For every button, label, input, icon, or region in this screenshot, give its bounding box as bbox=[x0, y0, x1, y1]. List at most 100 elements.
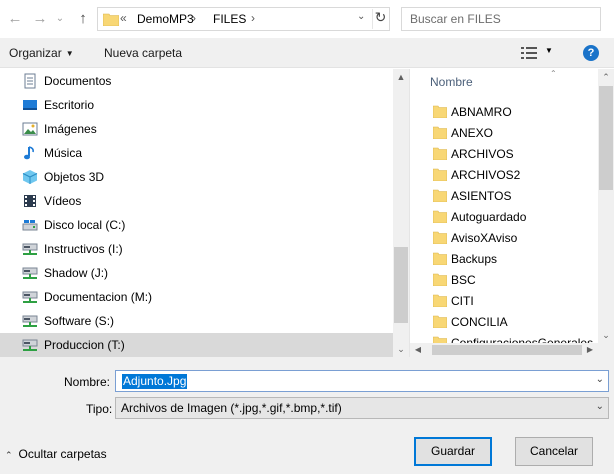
nav-item-label: Música bbox=[44, 146, 83, 160]
nav-item[interactable]: Música bbox=[0, 141, 393, 165]
file-list-hscrollbar[interactable]: ◀ ▶ bbox=[410, 343, 598, 357]
breadcrumb-overflow[interactable]: « bbox=[120, 11, 127, 25]
filename-input[interactable]: Adjunto.Jpg bbox=[122, 374, 188, 389]
refresh-icon[interactable]: ↻ bbox=[372, 9, 388, 29]
nav-item-label: Imágenes bbox=[44, 122, 97, 136]
file-list-scrollbar[interactable]: ⌃ ⌄ bbox=[598, 69, 614, 343]
folder-name: ConfiguracionesGenerales bbox=[451, 336, 594, 343]
filename-combobox[interactable]: Adjunto.Jpg ⌄ bbox=[115, 370, 609, 392]
folder-row[interactable]: CONCILIA bbox=[430, 311, 598, 332]
folder-icon bbox=[433, 336, 447, 343]
file-list: Nombre ⌃ ABNAMRO ANEXO ARCHIVOS ARCHIVOS2 AS… bbox=[410, 69, 598, 343]
nav-item-label: Software (S:) bbox=[44, 314, 115, 328]
cancel-button[interactable]: Cancelar bbox=[515, 437, 593, 466]
breadcrumb-item[interactable]: FILES bbox=[213, 12, 246, 26]
back-arrow-icon[interactable]: ← bbox=[6, 8, 24, 30]
folder-row[interactable]: ARCHIVOS bbox=[430, 143, 598, 164]
folder-row[interactable]: AvisoXAviso bbox=[430, 227, 598, 248]
folder-row[interactable]: BSC bbox=[430, 269, 598, 290]
network-drive-icon bbox=[22, 265, 38, 281]
folder-icon bbox=[433, 273, 447, 286]
breadcrumb-separator-icon[interactable]: › bbox=[192, 11, 196, 25]
organize-label: Organizar bbox=[9, 46, 62, 60]
nav-item[interactable]: Escritorio bbox=[0, 93, 393, 117]
chevron-down-icon[interactable]: ⌄ bbox=[596, 374, 604, 385]
scroll-thumb[interactable] bbox=[394, 247, 408, 323]
breadcrumb-separator-icon[interactable]: › bbox=[251, 11, 255, 25]
folder-row[interactable]: ABNAMRO bbox=[430, 101, 598, 122]
folder-icon bbox=[433, 315, 447, 328]
search-input[interactable] bbox=[402, 8, 600, 30]
view-dropdown-icon[interactable]: ▼ bbox=[545, 46, 553, 55]
scroll-down-icon[interactable]: ⌄ bbox=[393, 341, 409, 357]
3d-objects-icon bbox=[22, 169, 38, 185]
nav-item[interactable]: Instructivos (I:) bbox=[0, 237, 393, 261]
help-icon[interactable]: ? bbox=[583, 45, 599, 61]
view-options-icon[interactable] bbox=[521, 46, 537, 60]
nav-item[interactable]: Disco local (C:) bbox=[0, 213, 393, 237]
folder-row[interactable]: ConfiguracionesGenerales bbox=[430, 332, 598, 343]
caret-up-icon: ⌃ bbox=[5, 450, 13, 460]
nav-item[interactable]: Produccion (T:) bbox=[0, 333, 393, 357]
scroll-left-icon[interactable]: ◀ bbox=[410, 343, 426, 357]
nav-item[interactable]: Vídeos bbox=[0, 189, 393, 213]
local-disk-icon bbox=[22, 217, 38, 233]
address-row: ← → ⌄ ↑ « DemoMP3 › FILES › ⌄ ↻ bbox=[0, 0, 614, 38]
folder-row[interactable]: ARCHIVOS2 bbox=[430, 164, 598, 185]
save-button[interactable]: Guardar bbox=[414, 437, 492, 466]
save-dialog-footer: Nombre: Adjunto.Jpg ⌄ Tipo: Archivos de … bbox=[0, 357, 614, 474]
folder-name: ARCHIVOS bbox=[451, 147, 514, 161]
network-drive-icon bbox=[22, 289, 38, 305]
folder-name: ANEXO bbox=[451, 126, 494, 140]
filename-label: Nombre: bbox=[64, 375, 111, 389]
organize-button[interactable]: Organizar ▼ bbox=[9, 46, 74, 60]
hide-folders-toggle[interactable]: ⌃ Ocultar carpetas bbox=[5, 447, 107, 461]
folder-icon bbox=[103, 13, 119, 26]
network-drive-icon bbox=[22, 241, 38, 257]
sort-caret-icon: ⌃ bbox=[550, 69, 557, 78]
folder-icon bbox=[433, 147, 447, 160]
folder-name: ABNAMRO bbox=[451, 105, 512, 119]
address-dropdown-icon[interactable]: ⌄ bbox=[357, 11, 365, 22]
folder-row[interactable]: ASIENTOS bbox=[430, 185, 598, 206]
recent-locations-chevron-icon[interactable]: ⌄ bbox=[51, 8, 69, 30]
folder-row[interactable]: Backups bbox=[430, 248, 598, 269]
nav-item-label: Escritorio bbox=[44, 98, 95, 112]
nav-item-label: Vídeos bbox=[44, 194, 82, 208]
scroll-thumb[interactable] bbox=[432, 345, 582, 355]
folder-name: CITI bbox=[451, 294, 474, 308]
scroll-thumb[interactable] bbox=[599, 86, 613, 190]
scroll-down-icon[interactable]: ⌄ bbox=[598, 327, 614, 343]
folder-name: BSC bbox=[451, 273, 476, 287]
column-header-name[interactable]: Nombre bbox=[430, 75, 473, 89]
folder-name: ARCHIVOS2 bbox=[451, 168, 521, 182]
nav-scrollbar[interactable]: ▲ ⌄ bbox=[393, 69, 409, 357]
file-type-select[interactable]: Archivos de Imagen (*.jpg,*.gif,*.bmp,*.… bbox=[115, 397, 609, 419]
up-arrow-icon[interactable]: ↑ bbox=[74, 8, 92, 30]
chevron-down-icon[interactable]: ⌄ bbox=[596, 401, 604, 412]
nav-item[interactable]: Documentos bbox=[0, 69, 393, 93]
folder-row[interactable]: CITI bbox=[430, 290, 598, 311]
pictures-icon bbox=[22, 121, 38, 137]
address-bar[interactable]: « DemoMP3 › FILES › ⌄ ↻ bbox=[97, 7, 390, 31]
desktop-icon bbox=[22, 97, 38, 113]
folder-name: Autoguardado bbox=[451, 210, 527, 224]
search-box[interactable] bbox=[401, 7, 601, 31]
scroll-right-icon[interactable]: ▶ bbox=[582, 343, 598, 357]
nav-item[interactable]: Shadow (J:) bbox=[0, 261, 393, 285]
nav-item[interactable]: Objetos 3D bbox=[0, 165, 393, 189]
new-folder-button[interactable]: Nueva carpeta bbox=[104, 46, 182, 60]
scroll-up-icon[interactable]: ▲ bbox=[393, 69, 409, 85]
nav-item[interactable]: Documentacion (M:) bbox=[0, 285, 393, 309]
network-drive-icon bbox=[22, 313, 38, 329]
forward-arrow-icon[interactable]: → bbox=[31, 8, 49, 30]
folder-row[interactable]: Autoguardado bbox=[430, 206, 598, 227]
folder-icon bbox=[433, 210, 447, 223]
scroll-up-icon[interactable]: ⌃ bbox=[598, 69, 614, 85]
nav-item[interactable]: Software (S:) bbox=[0, 309, 393, 333]
nav-item[interactable]: Imágenes bbox=[0, 117, 393, 141]
nav-item-label: Documentos bbox=[44, 74, 112, 88]
folder-row[interactable]: ANEXO bbox=[430, 122, 598, 143]
breadcrumb-item[interactable]: DemoMP3 bbox=[137, 12, 194, 26]
videos-icon bbox=[22, 193, 38, 209]
